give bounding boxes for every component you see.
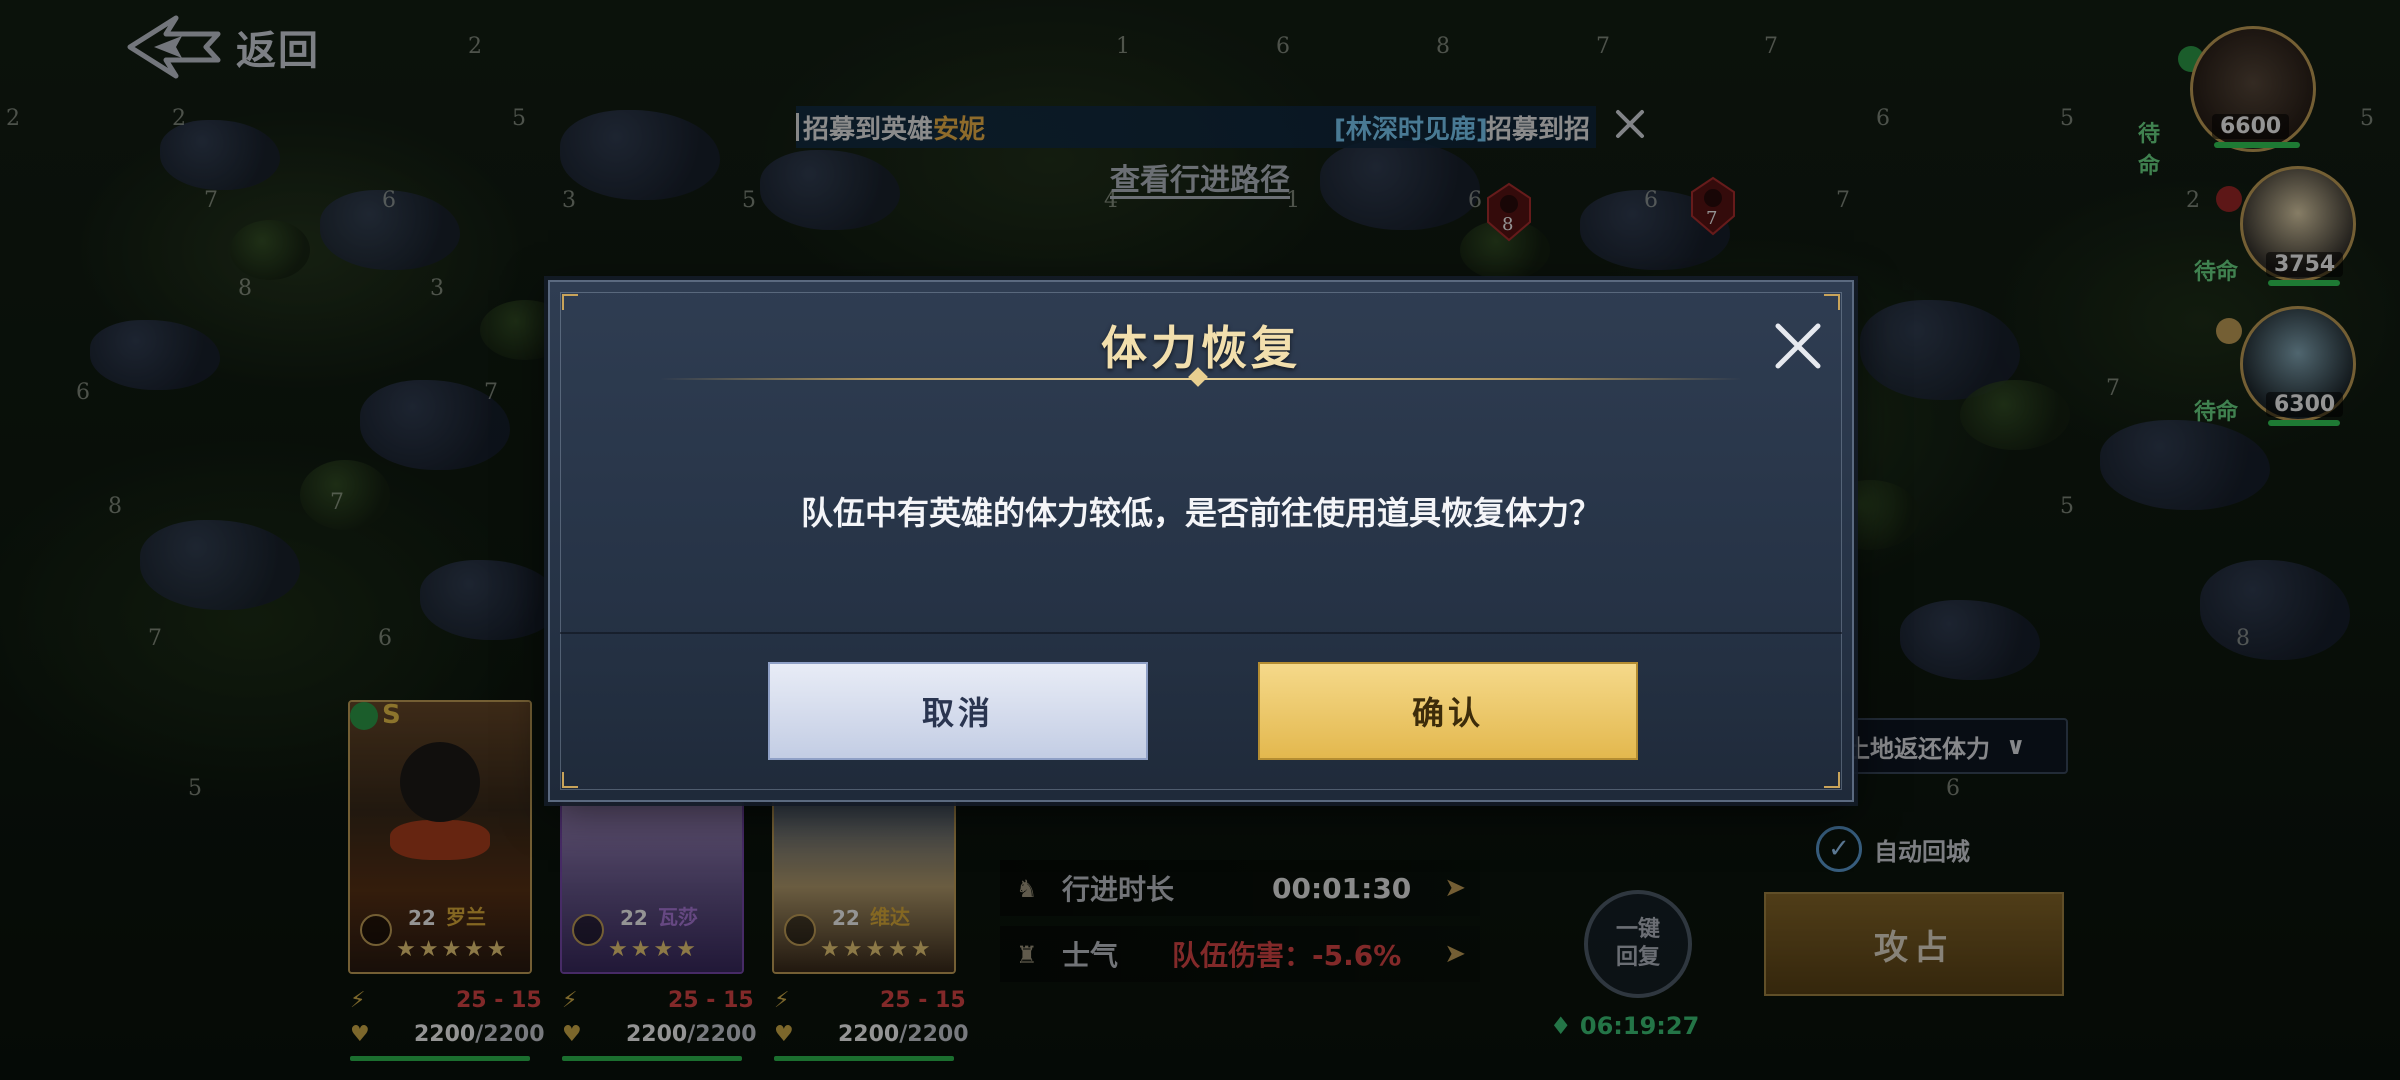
close-icon[interactable] bbox=[1770, 318, 1826, 374]
dialog-corner bbox=[1824, 772, 1840, 788]
dialog-corner bbox=[562, 294, 578, 310]
stamina-restore-dialog: 体力恢复 队伍中有英雄的体力较低，是否前往使用道具恢复体力？ 取消 确认 bbox=[548, 280, 1854, 802]
dialog-title: 体力恢复 bbox=[1101, 321, 1301, 375]
confirm-label: 确认 bbox=[1411, 694, 1484, 732]
cancel-button[interactable]: 取消 bbox=[768, 662, 1148, 760]
dialog-corner bbox=[1824, 294, 1840, 310]
dialog-message: 队伍中有英雄的体力较低，是否前往使用道具恢复体力？ bbox=[800, 494, 1601, 532]
cancel-label: 取消 bbox=[921, 694, 994, 732]
confirm-button[interactable]: 确认 bbox=[1258, 662, 1638, 760]
dialog-divider bbox=[560, 632, 1842, 634]
dialog-corner bbox=[562, 772, 578, 788]
